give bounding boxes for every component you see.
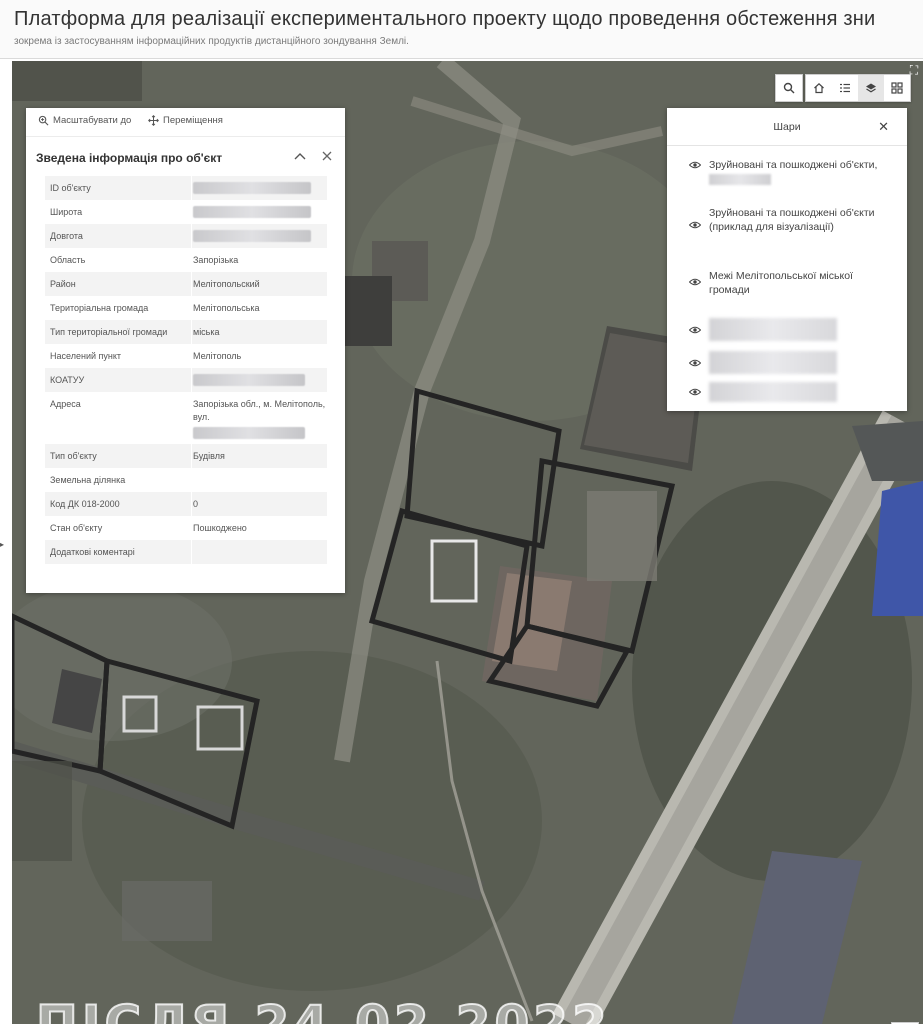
- layer-list-panel: Шари ✕ Зруйновані та пошкоджені об'єкти,…: [667, 108, 907, 411]
- layer-label-redacted: [709, 173, 771, 185]
- zoom-to-icon: [38, 115, 49, 126]
- field-key: Область: [50, 255, 86, 265]
- visibility-eye-icon[interactable]: [689, 161, 701, 169]
- field-key: ID об'єкту: [50, 183, 91, 193]
- table-row: ID об'єкту: [45, 176, 327, 200]
- table-row: Тип об'єкту Будівля: [45, 444, 327, 468]
- field-key: Широта: [50, 207, 83, 217]
- basemap-gallery-icon[interactable]: [884, 75, 910, 101]
- home-icon[interactable]: [806, 75, 832, 101]
- attribute-table: ID об'єкту Широта Довгота Область Запоріз…: [45, 176, 327, 564]
- field-key: Стан об'єкту: [50, 523, 103, 533]
- visibility-eye-icon[interactable]: [689, 326, 701, 334]
- layer-label: Зруйновані та пошкоджені об'єкти (прикла…: [709, 207, 875, 233]
- popup-title: Зведена інформація про об'єкт: [36, 151, 223, 165]
- layer-item[interactable]: Зруйновані та пошкоджені об'єкти (прикла…: [689, 206, 879, 234]
- popup-actions: Масштабувати до Переміщення: [26, 108, 345, 137]
- layer-label-redacted: [709, 382, 837, 402]
- page-title: Платформа для реалізації експериментальн…: [14, 8, 876, 30]
- field-value: міська: [191, 320, 327, 344]
- visibility-eye-icon[interactable]: [689, 278, 701, 286]
- field-key: Тип територіальної громади: [50, 327, 168, 337]
- field-key: Населений пункт: [50, 351, 121, 361]
- visibility-eye-icon[interactable]: [689, 221, 701, 229]
- layer-label: Зруйновані та пошкоджені об'єкти,: [709, 159, 878, 171]
- collapse-handle-icon[interactable]: ▸: [0, 540, 4, 549]
- field-value: Мелітопольский: [191, 272, 327, 296]
- table-row: Область Запорізька: [45, 248, 327, 272]
- field-value: Пошкоджено: [191, 516, 327, 540]
- field-value-redacted: [191, 368, 327, 392]
- field-key: Додаткові коментарі: [50, 547, 135, 557]
- field-value: Будівля: [191, 444, 327, 468]
- table-row: Район Мелітопольский: [45, 272, 327, 296]
- layer-item-redacted[interactable]: [689, 318, 837, 341]
- address-text: Запорізька обл., м. Мелітополь, вул.: [193, 399, 326, 422]
- field-key: Адреса: [50, 399, 81, 409]
- layer-label-redacted: [709, 318, 837, 341]
- field-value: 0: [191, 492, 327, 516]
- field-value: Мелітополь: [191, 344, 327, 368]
- table-row: Адреса Запорізька обл., м. Мелітополь, ву…: [45, 392, 327, 444]
- field-key: КОАТУУ: [50, 375, 85, 385]
- zoom-to-button[interactable]: Масштабувати до: [38, 115, 131, 126]
- zoom-to-label: Масштабувати до: [53, 115, 132, 126]
- table-row: КОАТУУ: [45, 368, 327, 392]
- field-value: Мелітопольська: [191, 296, 327, 320]
- layer-item[interactable]: Зруйновані та пошкоджені об'єкти,: [689, 158, 879, 186]
- table-row: Додаткові коментарі: [45, 540, 327, 564]
- field-key: Територіальна громада: [50, 303, 149, 313]
- field-value: [191, 540, 327, 564]
- close-icon[interactable]: ✕: [878, 119, 889, 135]
- field-key: Тип об'єкту: [50, 451, 97, 461]
- field-value-redacted: [191, 224, 327, 248]
- field-value-address: Запорізька обл., м. Мелітополь, вул.: [191, 392, 327, 444]
- date-watermark: ПІСЛЯ 24.02.2022: [35, 994, 611, 1024]
- move-label: Переміщення: [163, 115, 223, 126]
- widget-toolbar: [805, 74, 911, 102]
- table-row: Довгота: [45, 224, 327, 248]
- search-widget[interactable]: [775, 74, 803, 102]
- field-key: Довгота: [50, 231, 83, 241]
- layer-list-header: Шари ✕: [667, 108, 907, 146]
- field-value: Запорізька: [191, 248, 327, 272]
- table-row: Територіальна громада Мелітопольська: [45, 296, 327, 320]
- search-icon[interactable]: [776, 75, 802, 101]
- layers-icon[interactable]: [858, 75, 884, 101]
- field-key: Район: [50, 279, 76, 289]
- field-key: Земельна ділянка: [50, 475, 126, 485]
- layer-list-title: Шари: [773, 121, 801, 133]
- layer-item[interactable]: Межі Мелітопольської міської громади: [689, 269, 879, 297]
- visibility-eye-icon[interactable]: [689, 359, 701, 367]
- table-row: Широта: [45, 200, 327, 224]
- layer-item-redacted[interactable]: [689, 351, 837, 374]
- close-popup-button[interactable]: [319, 148, 335, 164]
- layer-label: Межі Мелітопольської міської громади: [709, 270, 853, 296]
- table-row: Земельна ділянка: [45, 468, 327, 492]
- move-icon: [148, 115, 159, 126]
- table-row: Тип територіальної громади міська: [45, 320, 327, 344]
- feature-popup: Масштабувати до Переміщення Зведена інфо…: [26, 108, 345, 593]
- collapse-button[interactable]: [292, 148, 308, 164]
- page-subtitle: зокрема із застосуванням інформаційних п…: [14, 36, 409, 47]
- field-key: Код ДК 018-2000: [50, 499, 120, 509]
- layer-label-redacted: [709, 351, 837, 374]
- field-value-redacted: [191, 176, 327, 200]
- close-icon: [322, 151, 332, 161]
- table-row: Населений пункт Мелітополь: [45, 344, 327, 368]
- move-button[interactable]: Переміщення: [148, 115, 223, 126]
- field-value: [191, 468, 327, 492]
- layer-item-redacted[interactable]: [689, 382, 837, 402]
- app-header: Платформа для реалізації експериментальн…: [0, 0, 923, 59]
- field-value-redacted: [191, 200, 327, 224]
- table-row: Стан об'єкту Пошкоджено: [45, 516, 327, 540]
- table-row: Код ДК 018-2000 0: [45, 492, 327, 516]
- legend-icon[interactable]: [832, 75, 858, 101]
- visibility-eye-icon[interactable]: [689, 388, 701, 396]
- chevron-up-icon: [294, 153, 306, 160]
